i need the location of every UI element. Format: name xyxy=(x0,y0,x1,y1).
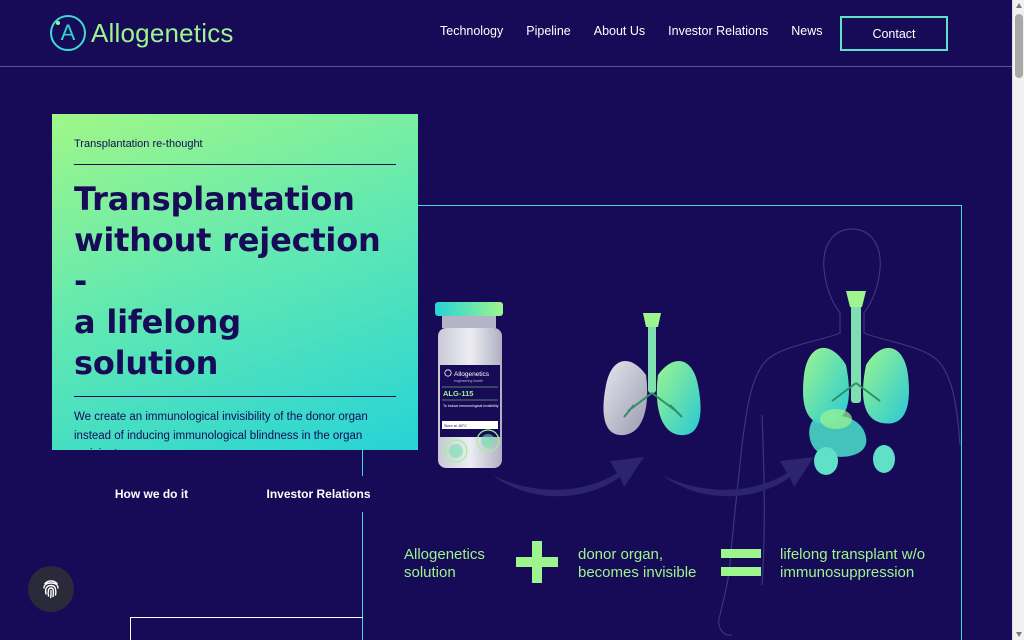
arrow-right-icon xyxy=(662,457,814,497)
site-header: A Allogenetics Technology Pipeline About… xyxy=(0,0,1012,67)
logo-letter: A xyxy=(60,20,76,45)
plus-icon xyxy=(516,541,558,583)
page: A Allogenetics Technology Pipeline About… xyxy=(0,0,1012,640)
vial-caption: To induce immunological invisibility xyxy=(443,404,499,408)
equals-icon xyxy=(721,549,761,577)
vial-product: ALG-115 xyxy=(443,389,473,398)
nav-item-news[interactable]: News xyxy=(791,24,822,38)
hero-button-row: How we do it Investor Relations xyxy=(74,475,396,512)
hero-eyebrow: Transplantation re-thought xyxy=(74,138,396,165)
equation-solution-label: Allogenetics solution xyxy=(404,546,485,582)
main-nav: Technology Pipeline About Us Investor Re… xyxy=(440,24,845,38)
scroll-up-icon[interactable] xyxy=(1016,3,1022,8)
cookie-settings-button[interactable] xyxy=(28,566,74,612)
hero-card: Transplantation re-thought Transplantati… xyxy=(52,114,418,512)
hero-title: Transplantation without rejection - a li… xyxy=(74,165,396,397)
nav-item-investor-relations[interactable]: Investor Relations xyxy=(668,24,768,38)
equation-result-line-1: lifelong transplant w/o xyxy=(780,546,926,563)
arrow-left-icon xyxy=(492,457,644,497)
nav-item-pipeline[interactable]: Pipeline xyxy=(526,24,570,38)
nav-item-technology[interactable]: Technology xyxy=(440,24,503,38)
vial-tagline: engineering health xyxy=(454,379,483,383)
transplanted-organs-icon xyxy=(803,291,909,475)
nav-item-about-us[interactable]: About Us xyxy=(594,24,645,38)
investor-relations-button[interactable]: Investor Relations xyxy=(241,475,396,512)
fingerprint-icon xyxy=(43,580,59,599)
hero-title-line-1: Transplantation xyxy=(74,180,355,218)
scroll-thumb[interactable] xyxy=(1015,14,1023,78)
equation-result-line-2: immunosuppression xyxy=(780,564,915,581)
hero-description: We create an immunological invisibility … xyxy=(74,411,368,460)
drug-vial-icon: Allogenetics engineering health ALG-115 … xyxy=(435,302,503,468)
equation-result-label: lifelong transplant w/o immunosuppressio… xyxy=(780,546,925,582)
vial-brand: Allogenetics xyxy=(454,371,490,378)
equation-donor-line-1: donor organ, xyxy=(578,546,664,563)
contact-button[interactable]: Contact xyxy=(840,16,948,51)
page-scrollbar[interactable] xyxy=(1012,0,1024,640)
how-we-do-it-button[interactable]: How we do it xyxy=(74,475,229,512)
hero-title-line-3: a lifelong solution xyxy=(74,303,241,382)
equation-solution-line-1: Allogenetics xyxy=(404,546,485,563)
next-section-frame xyxy=(130,617,363,640)
vial-storage: Store at -80°C xyxy=(444,424,467,428)
brand-logo[interactable]: A Allogenetics xyxy=(50,14,234,52)
scroll-down-icon[interactable] xyxy=(1016,632,1022,637)
donor-lungs-icon xyxy=(603,313,701,436)
logo-mark-icon: A xyxy=(50,15,86,51)
equation-solution-line-2: solution xyxy=(404,564,456,581)
hero-title-line-2: without rejection - xyxy=(74,221,381,300)
logo-wordmark: Allogenetics xyxy=(91,17,234,48)
equation-donor-line-2: becomes invisible xyxy=(578,564,697,581)
equation-donor-label: donor organ, becomes invisible xyxy=(578,546,696,582)
